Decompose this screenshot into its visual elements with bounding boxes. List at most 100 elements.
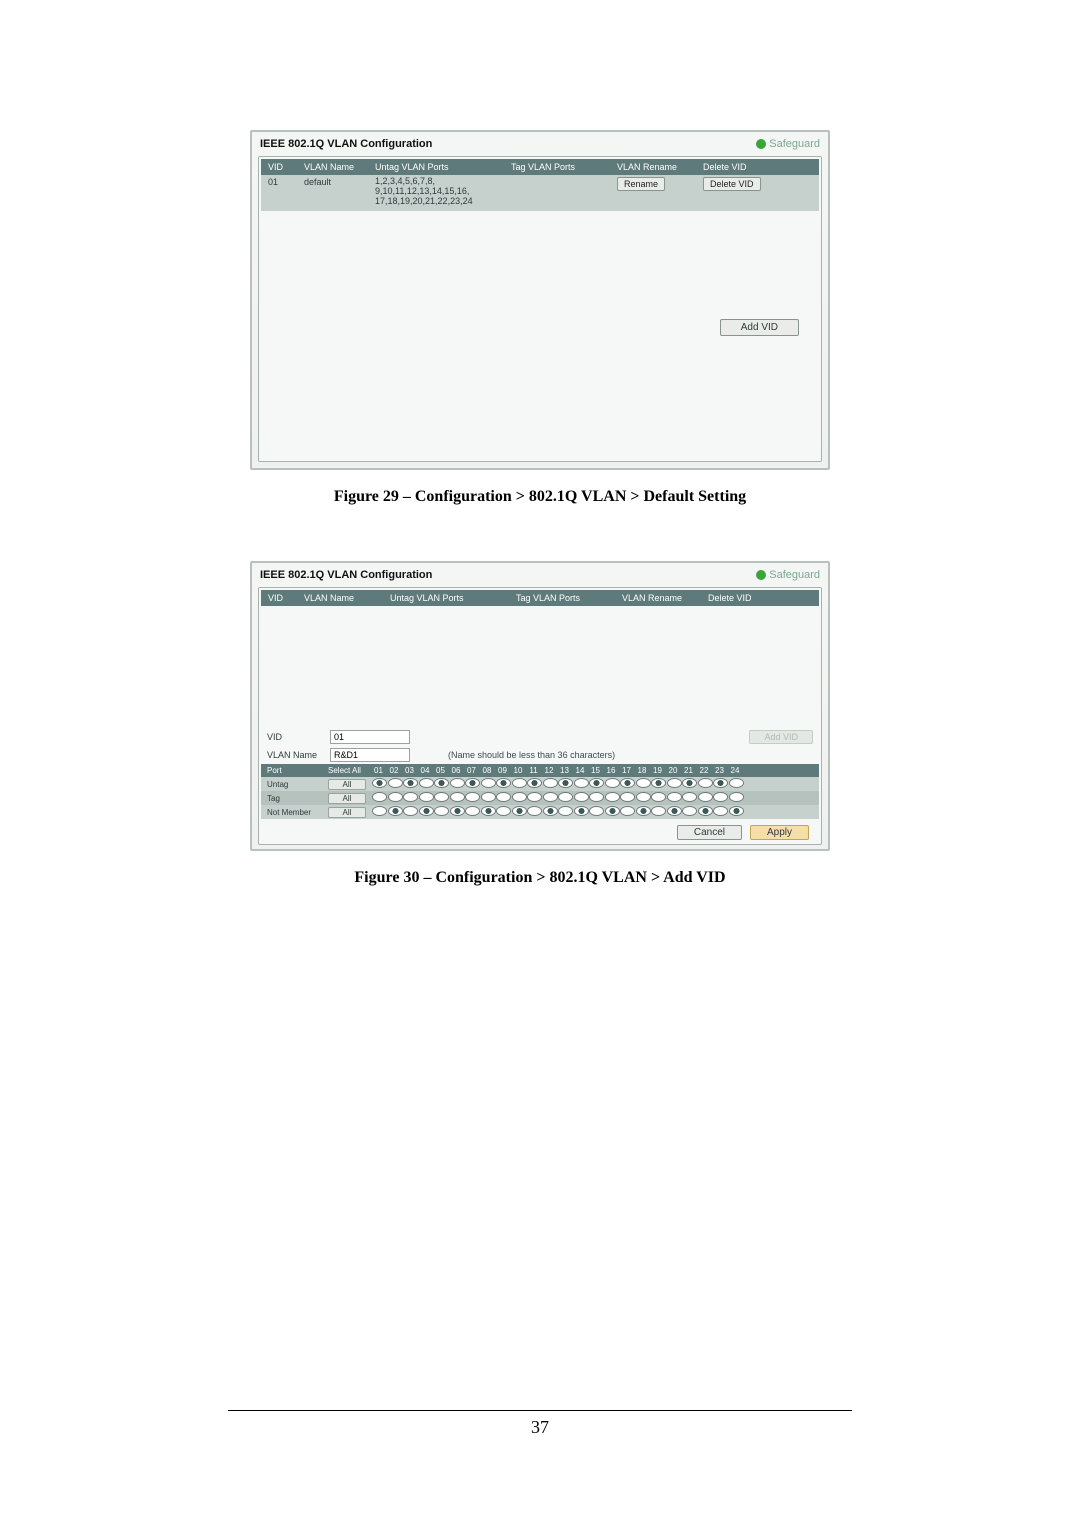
port-radio[interactable] bbox=[698, 806, 713, 816]
port-radio[interactable] bbox=[419, 792, 434, 802]
apply-button[interactable]: Apply bbox=[750, 825, 809, 840]
port-radio[interactable] bbox=[496, 778, 511, 788]
port-radio[interactable] bbox=[496, 806, 511, 816]
page-footer: 37 bbox=[228, 1410, 852, 1438]
port-radio[interactable] bbox=[372, 778, 387, 788]
figure-caption: Figure 29 – Configuration > 802.1Q VLAN … bbox=[250, 488, 830, 506]
port-radio[interactable] bbox=[543, 792, 558, 802]
port-radio[interactable] bbox=[419, 806, 434, 816]
port-radio[interactable] bbox=[605, 792, 620, 802]
port-radio[interactable] bbox=[388, 806, 403, 816]
port-radio[interactable] bbox=[729, 792, 744, 802]
port-radio[interactable] bbox=[372, 806, 387, 816]
tag-all-button[interactable]: All bbox=[328, 793, 366, 804]
cancel-button[interactable]: Cancel bbox=[677, 825, 742, 840]
port-radio[interactable] bbox=[527, 778, 542, 788]
port-radio[interactable] bbox=[434, 792, 449, 802]
port-radio[interactable] bbox=[729, 778, 744, 788]
port-radio[interactable] bbox=[589, 778, 604, 788]
vid-form-row: VID Add VID bbox=[261, 728, 819, 746]
port-radio[interactable] bbox=[667, 792, 682, 802]
add-vid-button[interactable]: Add VID bbox=[720, 319, 799, 336]
safeguard-label: Safeguard bbox=[756, 138, 820, 150]
port-radio[interactable] bbox=[481, 792, 496, 802]
port-radio[interactable] bbox=[465, 792, 480, 802]
port-radio[interactable] bbox=[682, 806, 697, 816]
page-number: 37 bbox=[531, 1417, 549, 1437]
port-radio[interactable] bbox=[636, 806, 651, 816]
port-radio[interactable] bbox=[713, 806, 728, 816]
vlan-config-panel-default: IEEE 802.1Q VLAN Configuration Safeguard… bbox=[250, 130, 830, 470]
vlan-name-form-row: VLAN Name (Name should be less than 36 c… bbox=[261, 746, 819, 764]
table-row: 01 default 1,2,3,4,5,6,7,8, 9,10,11,12,1… bbox=[261, 175, 819, 211]
port-radio[interactable] bbox=[465, 806, 480, 816]
port-radio[interactable] bbox=[620, 778, 635, 788]
add-vid-button-disabled: Add VID bbox=[749, 730, 813, 744]
port-radio[interactable] bbox=[713, 792, 728, 802]
port-radio[interactable] bbox=[620, 792, 635, 802]
port-radio[interactable] bbox=[620, 806, 635, 816]
untag-row: Untag All bbox=[261, 777, 819, 791]
port-radio[interactable] bbox=[512, 806, 527, 816]
port-radio[interactable] bbox=[558, 806, 573, 816]
figure-caption: Figure 30 – Configuration > 802.1Q VLAN … bbox=[250, 869, 830, 887]
port-radio[interactable] bbox=[636, 792, 651, 802]
notmember-all-button[interactable]: All bbox=[328, 807, 366, 818]
port-radio[interactable] bbox=[589, 806, 604, 816]
notmember-row: Not Member All bbox=[261, 805, 819, 819]
port-radio[interactable] bbox=[651, 778, 666, 788]
vlan-name-input[interactable] bbox=[330, 748, 410, 762]
port-radio[interactable] bbox=[496, 792, 511, 802]
port-radio[interactable] bbox=[589, 792, 604, 802]
untag-all-button[interactable]: All bbox=[328, 779, 366, 790]
port-radio[interactable] bbox=[388, 778, 403, 788]
port-radio[interactable] bbox=[605, 806, 620, 816]
rename-button[interactable]: Rename bbox=[617, 177, 665, 191]
port-radio[interactable] bbox=[667, 778, 682, 788]
port-radio[interactable] bbox=[558, 778, 573, 788]
port-radio[interactable] bbox=[605, 778, 620, 788]
port-radio[interactable] bbox=[651, 792, 666, 802]
port-radio[interactable] bbox=[543, 806, 558, 816]
port-radio[interactable] bbox=[388, 792, 403, 802]
port-radio[interactable] bbox=[403, 792, 418, 802]
port-radio[interactable] bbox=[372, 792, 387, 802]
port-radio[interactable] bbox=[512, 792, 527, 802]
port-radio[interactable] bbox=[450, 806, 465, 816]
safeguard-label: Safeguard bbox=[756, 569, 820, 581]
port-radio[interactable] bbox=[481, 778, 496, 788]
port-radio[interactable] bbox=[527, 806, 542, 816]
table-header: VID VLAN Name Untag VLAN Ports Tag VLAN … bbox=[261, 590, 819, 606]
port-radio[interactable] bbox=[667, 806, 682, 816]
port-radio[interactable] bbox=[450, 778, 465, 788]
port-radio[interactable] bbox=[543, 778, 558, 788]
port-radio[interactable] bbox=[558, 792, 573, 802]
port-radio[interactable] bbox=[574, 778, 589, 788]
port-radio[interactable] bbox=[698, 792, 713, 802]
port-radio[interactable] bbox=[481, 806, 496, 816]
safeguard-icon bbox=[756, 570, 766, 580]
port-radio[interactable] bbox=[682, 778, 697, 788]
vid-input[interactable] bbox=[330, 730, 410, 744]
port-radio[interactable] bbox=[434, 778, 449, 788]
port-radio[interactable] bbox=[419, 778, 434, 788]
vlan-config-panel-addvid: IEEE 802.1Q VLAN Configuration Safeguard… bbox=[250, 561, 830, 851]
port-radio[interactable] bbox=[434, 806, 449, 816]
port-radio[interactable] bbox=[713, 778, 728, 788]
port-radio[interactable] bbox=[682, 792, 697, 802]
safeguard-icon bbox=[756, 139, 766, 149]
port-radio[interactable] bbox=[403, 806, 418, 816]
port-radio[interactable] bbox=[512, 778, 527, 788]
port-radio[interactable] bbox=[465, 778, 480, 788]
port-radio[interactable] bbox=[729, 806, 744, 816]
port-radio[interactable] bbox=[574, 792, 589, 802]
port-radio[interactable] bbox=[574, 806, 589, 816]
port-radio[interactable] bbox=[527, 792, 542, 802]
port-radio[interactable] bbox=[698, 778, 713, 788]
port-radio[interactable] bbox=[450, 792, 465, 802]
port-radio[interactable] bbox=[403, 778, 418, 788]
port-radio[interactable] bbox=[636, 778, 651, 788]
port-radio[interactable] bbox=[651, 806, 666, 816]
panel-title: IEEE 802.1Q VLAN Configuration bbox=[260, 138, 432, 150]
delete-vid-button[interactable]: Delete VID bbox=[703, 177, 761, 191]
